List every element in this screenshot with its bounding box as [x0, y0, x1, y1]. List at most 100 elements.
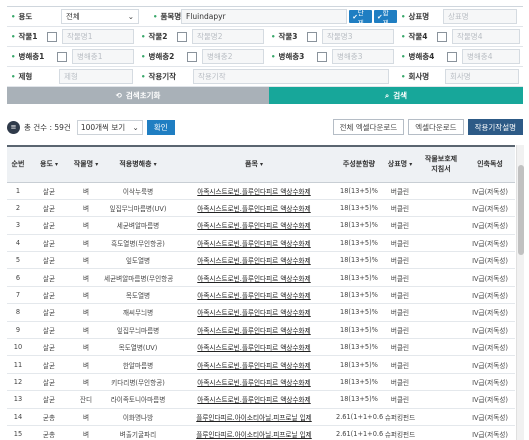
table-cell: 벼	[69, 303, 103, 322]
company-input[interactable]: 회사명	[445, 69, 519, 84]
product-input[interactable]: Fluindapyr	[181, 9, 348, 24]
table-cell: IV급(저독성)	[465, 286, 515, 305]
table-cell: 6	[7, 268, 29, 287]
pest-3-label: • 병해충3	[271, 52, 305, 61]
table-row[interactable]: 11 살균 벼 한알마름병 아족시스트로빈.플루인다피르 액상수화제 18(13+5)% 버…	[7, 355, 515, 374]
single-agent-button[interactable]: ✔ 단제	[349, 9, 373, 27]
sort-icon: ▾	[93, 161, 99, 169]
table-row[interactable]: 12 살균 벼 키다리병(무인항공) 아족시스트로빈.플루인다피르 액상수화제 18(13…	[7, 373, 515, 392]
mechanism-info-button[interactable]: 작용기작설명	[467, 119, 523, 135]
table-cell: 13	[7, 390, 29, 409]
table-cell: 살균	[29, 338, 69, 357]
crop-1-input[interactable]: 작물명1	[62, 29, 134, 44]
search-icon: ⌕	[384, 90, 390, 100]
crop-3-checkbox[interactable]	[307, 31, 317, 42]
product-link[interactable]: 아족시스트로빈.플루인다피르 액상수화제	[173, 199, 335, 218]
column-header[interactable]: 적용병해충 ▾	[103, 145, 173, 183]
table-cell: 이삭누룩병	[103, 182, 173, 200]
product-link[interactable]: 아족시스트로빈.플루인다피르 액상수화제	[173, 216, 335, 235]
brand-input[interactable]: 상표명	[443, 9, 517, 24]
form-input[interactable]: 제형	[59, 69, 133, 84]
bullet-icon: •	[401, 72, 406, 81]
product-link[interactable]: 아족시스트로빈.플루인다피르 액상수화제	[173, 321, 335, 340]
table-cell	[417, 425, 465, 440]
crop-4-input[interactable]: 작물명4	[452, 29, 520, 44]
product-link[interactable]: 아족시스트로빈.플루인다피르 액상수화제	[173, 338, 335, 357]
pest-2-label: • 병해충2	[141, 52, 175, 61]
crop-2-checkbox[interactable]	[177, 31, 187, 42]
product-link[interactable]: 아족시스트로빈.플루인다피르 액상수화제	[173, 286, 335, 305]
timing-input[interactable]: 작용기작	[193, 69, 389, 84]
table-row[interactable]: 10 살균 벼 목도열병(UV) 아족시스트로빈.플루인다피르 액상수화제 18(13+5…	[7, 338, 515, 357]
table-cell: 살균	[29, 199, 69, 218]
table-cell: IV급(저독성)	[465, 303, 515, 322]
pest-3-input[interactable]: 병해충3	[332, 49, 394, 64]
table-cell: 버클린	[383, 199, 417, 218]
pest-4-checkbox[interactable]	[447, 51, 457, 62]
pest-2-input[interactable]: 병해충2	[202, 49, 264, 64]
table-row[interactable]: 13 살균 잔디 라이족토니아마름병 아족시스트로빈.플루인다피르 액상수화제 18(13…	[7, 390, 515, 409]
product-link[interactable]: 아족시스트로빈.플루인다피르 액상수화제	[173, 355, 335, 374]
excel-all-download-button[interactable]: 전체 엑셀다운로드	[332, 119, 405, 135]
table-cell: 18(13+5)%	[335, 355, 383, 374]
bullet-icon: •	[141, 72, 146, 81]
product-link[interactable]: 아족시스트로빈.플루인다피르 액상수화제	[173, 303, 335, 322]
page-size-select[interactable]: 100개씩 보기 ⌄	[76, 119, 143, 135]
usage-select[interactable]: 전체 ⌄	[61, 9, 139, 24]
crop-1-checkbox[interactable]	[47, 31, 57, 42]
product-link[interactable]: 플루인다피르.아이소티아닐.피프로닐 입제	[173, 425, 335, 440]
pest-1-checkbox[interactable]	[57, 51, 67, 62]
column-header[interactable]: 상표명 ▾	[383, 145, 417, 183]
table-row[interactable]: 15 균총 벼 벼출기굴파리 플루인다피르.아이소티아닐.피프로닐 입제 2.61(1+1…	[7, 425, 515, 440]
table-cell: 벼출기굴파리	[103, 425, 173, 440]
brand-label: • 상표명	[401, 12, 430, 21]
table-row[interactable]: 4 살균 벼 흑도열병(무인항공) 아족시스트로빈.플루인다피르 액상수화제 18(13+…	[7, 234, 515, 253]
table-row[interactable]: 1 살균 벼 이삭누룩병 아족시스트로빈.플루인다피르 액상수화제 18(13+5)% 버클…	[7, 182, 515, 200]
table-row[interactable]: 2 살균 벼 잎집무늬마름병(UV) 아족시스트로빈.플루인다피르 액상수화제 18(13…	[7, 199, 515, 218]
excel-download-button[interactable]: 엑셀다운로드	[408, 119, 464, 135]
pest-2-checkbox[interactable]	[187, 51, 197, 62]
product-link[interactable]: 아족시스트로빈.플루인다피르 액상수화제	[173, 234, 335, 253]
column-header[interactable]: 작물명 ▾	[69, 145, 103, 183]
column-header[interactable]: 용도 ▾	[29, 145, 69, 183]
table-row[interactable]: 8 살균 벼 깨씨무늬병 아족시스트로빈.플루인다피르 액상수화제 18(13+5)% 버클…	[7, 303, 515, 322]
table-row[interactable]: 9 살균 벼 잎집무늬마름병 아족시스트로빈.플루인다피르 액상수화제 18(13+5)%…	[7, 321, 515, 340]
product-link[interactable]: 플루인다피르.아이소티아닐.피프로닐 입제	[173, 408, 335, 426]
pest-row: • 병해충1 병해충1 • 병해충2 병해충2 • 병해충3 병해충3 • 병해충4 병…	[7, 47, 523, 67]
pest-1-input[interactable]: 병해충1	[72, 49, 134, 64]
reset-button[interactable]: ⟲ 검색초기화	[7, 87, 269, 104]
crop-2-input[interactable]: 작물명2	[192, 29, 264, 44]
bullet-icon: •	[11, 72, 16, 81]
table-cell: 버클린	[383, 303, 417, 322]
pest-4-input[interactable]: 병해충4	[462, 49, 520, 64]
table-row[interactable]: 14 균총 벼 이화명나방 플루인다피르.아이소티아닐.피프로닐 입제 2.61(1+1+…	[7, 408, 515, 426]
table-cell: 깨씨무늬병	[103, 303, 173, 322]
pest-2-field: • 병해충2 병해충2	[137, 47, 267, 66]
table-scrollbar[interactable]	[516, 145, 524, 440]
table-cell: 벼	[69, 425, 103, 440]
table-cell: 키다리병(무인항공)	[103, 373, 173, 392]
product-link[interactable]: 아족시스트로빈.플루인다피르 액상수화제	[173, 182, 335, 200]
table-row[interactable]: 7 살균 벼 목도열병 아족시스트로빈.플루인다피르 액상수화제 18(13+5)% 버클린…	[7, 286, 515, 305]
crop-4-checkbox[interactable]	[437, 31, 447, 42]
crop-3-input[interactable]: 작물명3	[322, 29, 394, 44]
product-link[interactable]: 아족시스트로빈.플루인다피르 액상수화제	[173, 268, 335, 287]
bullet-icon: •	[141, 32, 146, 41]
pest-3-checkbox[interactable]	[317, 51, 327, 62]
product-link[interactable]: 아족시스트로빈.플루인다피르 액상수화제	[173, 390, 335, 409]
product-link[interactable]: 아족시스트로빈.플루인다피르 액상수화제	[173, 251, 335, 270]
table-row[interactable]: 6 살균 벼 세균벼알마름병(무인항공) 아족시스트로빈.플루인다피르 액상수화제 18(…	[7, 268, 515, 287]
search-button[interactable]: ⌕ 검색	[269, 87, 523, 104]
table-cell	[417, 216, 465, 235]
scrollbar-thumb[interactable]	[518, 165, 524, 255]
table-cell: 벼	[69, 216, 103, 235]
column-header[interactable]: 품목 ▾	[173, 145, 335, 183]
table-cell: 버클린	[383, 251, 417, 270]
product-link[interactable]: 아족시스트로빈.플루인다피르 액상수화제	[173, 373, 335, 392]
table-header-row: 순번 용도 ▾ 작물명 ▾ 적용병해충 ▾ 품목 ▾ 주성분함량 상표명 ▾ 작물보호제 지침…	[7, 145, 515, 183]
confirm-button[interactable]: 확인	[146, 119, 175, 135]
form-field: • 제형 제형	[7, 67, 137, 86]
mixture-button[interactable]: ✔ 합제	[374, 9, 397, 27]
table-row[interactable]: 5 살균 벼 잎도열병 아족시스트로빈.플루인다피르 액상수화제 18(13+5)% 버클린…	[7, 251, 515, 270]
table-row[interactable]: 3 살균 벼 세균벼알마름병 아족시스트로빈.플루인다피르 액상수화제 18(13+5)%…	[7, 216, 515, 235]
